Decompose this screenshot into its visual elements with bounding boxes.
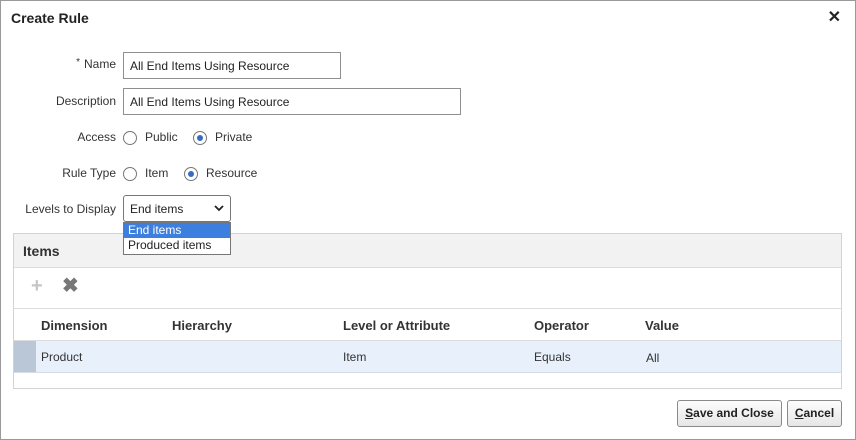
name-label: * Name: [61, 57, 116, 71]
levels-option-end-items[interactable]: End items: [124, 223, 230, 238]
rule-type-item-radio[interactable]: [123, 167, 137, 181]
x-delete-icon[interactable]: ✖: [62, 276, 79, 296]
access-private-radio[interactable]: [193, 131, 207, 145]
description-field[interactable]: [123, 88, 461, 115]
table-row[interactable]: Product Item Equals All: [14, 341, 841, 373]
levels-dropdown-list: End items Produced items: [123, 222, 231, 255]
cancel-label: ancel: [803, 406, 835, 420]
column-dimension[interactable]: Dimension: [41, 318, 107, 333]
cell-level: Item: [343, 350, 367, 364]
save-and-close-label: ave and Close: [693, 406, 774, 420]
levels-select[interactable]: End items: [123, 195, 231, 222]
close-icon[interactable]: ✕: [828, 7, 841, 27]
create-rule-dialog: Create Rule ✕ *Name Description Access P…: [0, 0, 856, 440]
save-and-close-button[interactable]: Save and Close: [677, 400, 782, 427]
cell-dimension: Product: [41, 350, 83, 364]
dialog-title: Create Rule: [11, 10, 89, 26]
cancel-button[interactable]: Cancel: [787, 400, 842, 427]
chevron-down-icon: [214, 200, 224, 219]
rule-type-item-label: Item: [145, 166, 169, 180]
access-private-label: Private: [215, 130, 253, 144]
rule-type-resource-label: Resource: [206, 166, 258, 180]
cell-operator: Equals: [534, 350, 571, 364]
plus-icon[interactable]: +: [31, 276, 43, 296]
column-hierarchy[interactable]: Hierarchy: [172, 318, 232, 333]
items-panel-title: Items: [23, 243, 60, 259]
levels-label: Levels to Display: [25, 202, 116, 216]
description-label: Description: [55, 94, 116, 108]
row-selector[interactable]: [14, 341, 36, 372]
name-field[interactable]: [123, 52, 341, 79]
items-panel: Items + ✖ Dimension Hierarchy Level or A…: [13, 233, 842, 389]
cell-value: All: [646, 351, 660, 365]
save-and-close-mnemonic: S: [685, 406, 694, 420]
levels-option-produced-items[interactable]: Produced items: [124, 238, 230, 253]
access-label: Access: [77, 130, 116, 144]
column-level-or-attribute[interactable]: Level or Attribute: [343, 318, 450, 333]
rule-type-label: Rule Type: [62, 166, 116, 180]
name-label-text: Name: [83, 57, 116, 71]
table-header: Dimension Hierarchy Level or Attribute O…: [14, 308, 841, 341]
access-public-radio[interactable]: [123, 131, 137, 145]
column-operator[interactable]: Operator: [534, 318, 589, 333]
rule-type-resource-radio[interactable]: [184, 167, 198, 181]
access-public-label: Public: [145, 130, 178, 144]
required-marker: *: [76, 57, 80, 68]
levels-selected-value: End items: [130, 202, 184, 216]
column-value[interactable]: Value: [645, 318, 679, 333]
